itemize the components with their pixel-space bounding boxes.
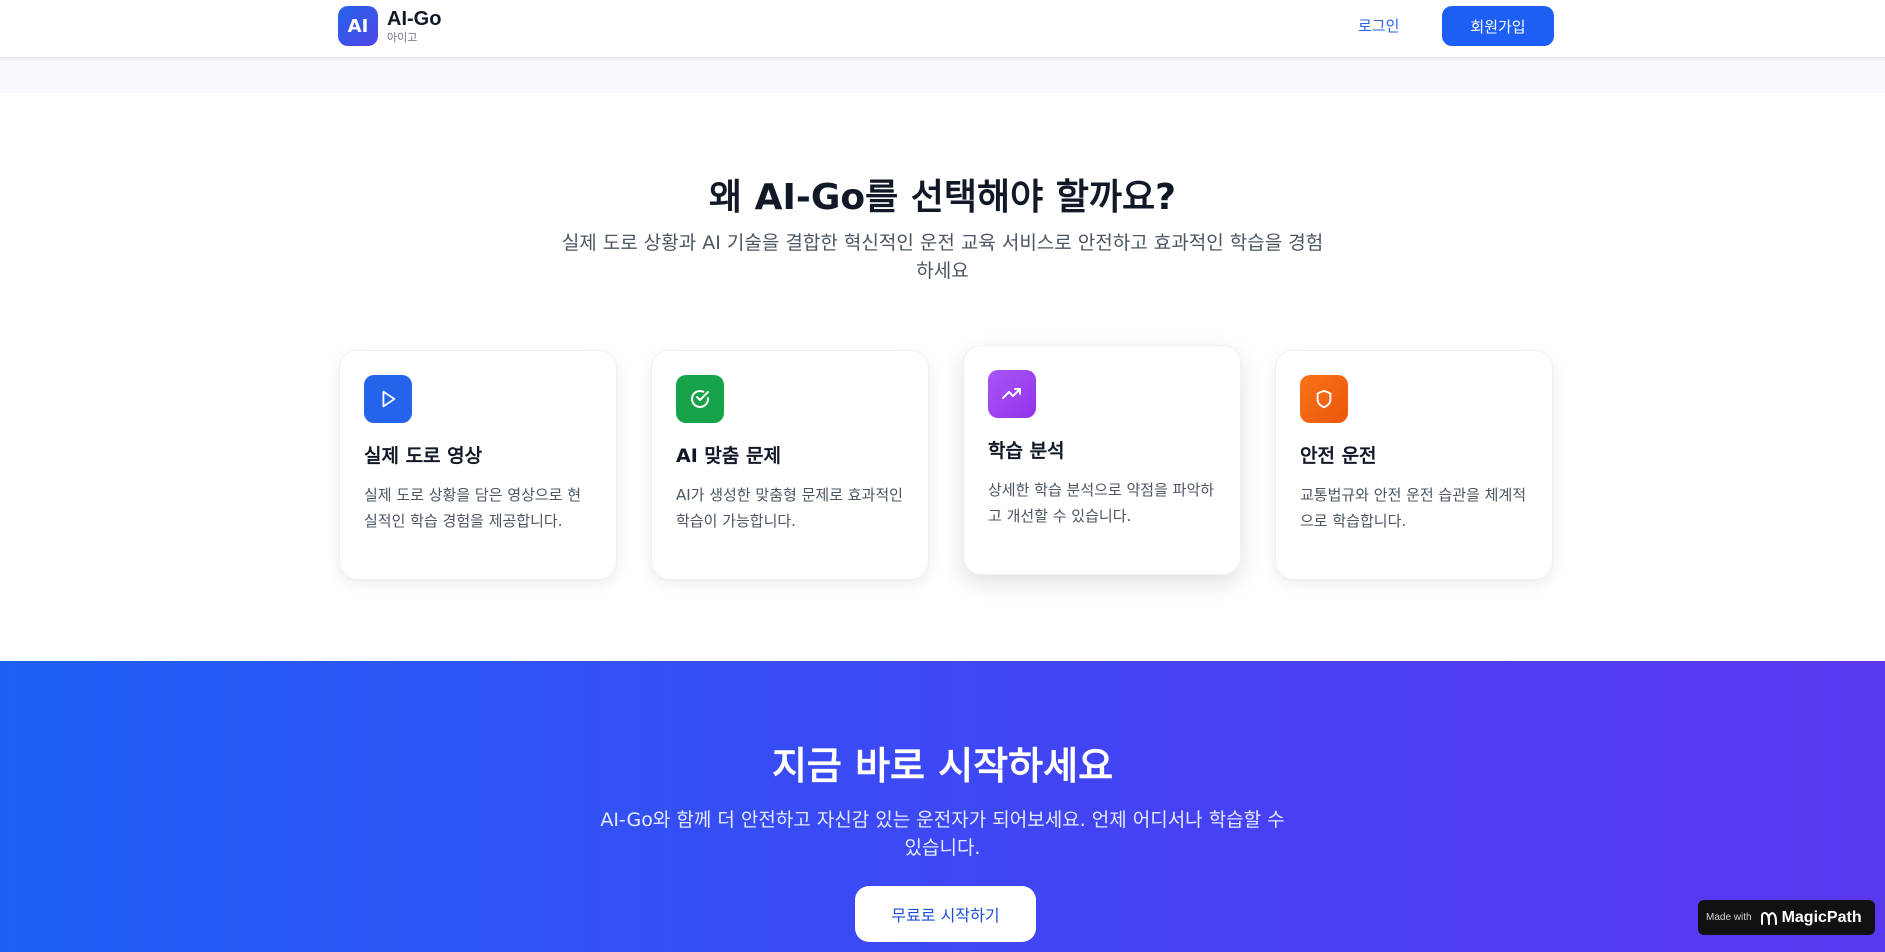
signup-button[interactable]: 회원가입 bbox=[1442, 6, 1554, 46]
trending-up-icon bbox=[988, 370, 1036, 418]
cta-title: 지금 바로 시작하세요 bbox=[771, 744, 1114, 788]
why-section-subtitle: 실제 도로 상황과 AI 기술을 결합한 혁신적인 운전 교육 서비스로 안전하… bbox=[561, 232, 1324, 282]
feature-card-learning-analysis: 학습 분석 상세한 학습 분석으로 약점을 파악하고 개선할 수 있습니다. bbox=[963, 345, 1241, 575]
feature-card-ai-questions: AI 맞춤 문제 AI가 생성한 맞춤형 문제로 효과적인 학습이 가능합니다. bbox=[651, 350, 929, 580]
brand[interactable]: AI AI-Go 아이고 bbox=[338, 6, 441, 46]
badge-brand: MagicPath bbox=[1781, 908, 1862, 926]
feature-card-road-video: 실제 도로 영상 실제 도로 상황을 담은 영상으로 현실적인 학습 경험을 제… bbox=[339, 350, 617, 580]
cta-subtitle: AI-Go와 함께 더 안전하고 자신감 있는 운전자가 되어보세요. 언제 어… bbox=[600, 809, 1285, 859]
cta-section: 지금 바로 시작하세요 AI-Go와 함께 더 안전하고 자신감 있는 운전자가… bbox=[0, 661, 1885, 952]
feature-description: 실제 도로 상황을 담은 영상으로 현실적인 학습 경험을 제공합니다. bbox=[364, 486, 582, 530]
why-section-title: 왜 AI-Go를 선택해야 할까요? bbox=[708, 177, 1177, 218]
magicpath-logo-icon bbox=[1760, 910, 1778, 926]
feature-description: AI가 생성한 맞춤형 문제로 효과적인 학습이 가능합니다. bbox=[676, 486, 903, 530]
brand-name: AI-Go bbox=[387, 8, 442, 30]
feature-description: 상세한 학습 분석으로 약점을 파악하고 개선할 수 있습니다. bbox=[988, 481, 1215, 525]
brand-text: AI-Go 아이고 bbox=[387, 9, 441, 43]
feature-title: 안전 운전 bbox=[1300, 445, 1377, 467]
feature-title: 실제 도로 영상 bbox=[364, 445, 483, 467]
feature-description: 교통법규와 안전 운전 습관을 체계적으로 학습합니다. bbox=[1300, 486, 1527, 530]
start-free-button[interactable]: 무료로 시작하기 bbox=[855, 886, 1036, 942]
login-link[interactable]: 로그인 bbox=[1358, 15, 1399, 36]
top-navbar: AI AI-Go 아이고 로그인 회원가입 bbox=[0, 0, 1885, 58]
badge-made-with: Made with bbox=[1706, 912, 1752, 923]
feature-title: 학습 분석 bbox=[988, 440, 1065, 462]
brand-subtitle: 아이고 bbox=[387, 31, 418, 44]
feature-title: AI 맞춤 문제 bbox=[676, 445, 781, 467]
hero-section-edge bbox=[0, 58, 1885, 93]
feature-card-safe-driving: 안전 운전 교통법규와 안전 운전 습관을 체계적으로 학습합니다. bbox=[1275, 350, 1553, 580]
check-circle-icon bbox=[676, 375, 724, 423]
brand-logo: AI bbox=[338, 6, 378, 46]
play-icon bbox=[364, 375, 412, 423]
shield-icon bbox=[1300, 375, 1348, 423]
made-with-magicpath-badge[interactable]: Made with MagicPath bbox=[1698, 900, 1875, 935]
